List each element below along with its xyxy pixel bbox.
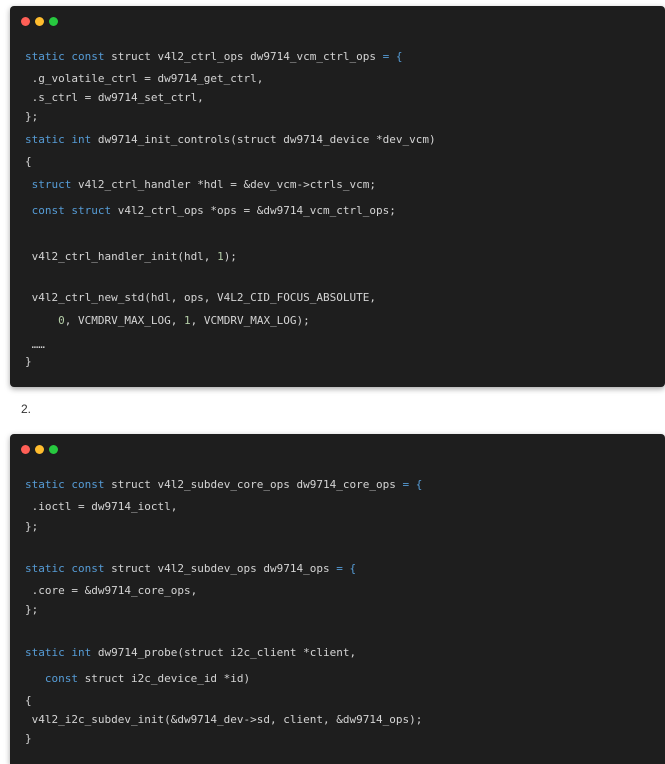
minimize-dot-icon (35, 17, 44, 26)
maximize-dot-icon (49, 445, 58, 454)
code-token: struct v4l2_subdev_core_ops dw9714_core_… (104, 478, 403, 491)
code-line: .g_volatile_ctrl = dw9714_get_ctrl, (25, 72, 264, 86)
code-line: const struct v4l2_ctrl_ops *ops = &dw971… (25, 204, 396, 218)
code-line: struct v4l2_ctrl_handler *hdl = &dev_vcm… (25, 178, 376, 192)
code-block-2: static const struct v4l2_subdev_core_ops… (10, 434, 665, 764)
code-token: , VCMDRV_MAX_LOG, (64, 314, 184, 327)
keyword-token: static int (25, 646, 92, 659)
code-line: .ioctl = dw9714_ioctl, (25, 500, 178, 514)
code-line: v4l2_ctrl_handler_init(hdl, 1); (25, 250, 237, 264)
code-token: .s_ctrl = dw9714_set_ctrl, (25, 91, 204, 104)
code-token: , VCMDRV_MAX_LOG); (190, 314, 310, 327)
code-token: .g_volatile_ctrl = dw9714_get_ctrl, (25, 72, 264, 85)
maximize-dot-icon (49, 17, 58, 26)
code-token: struct v4l2_subdev_ops dw9714_ops (104, 562, 337, 575)
code-line: …… (25, 338, 45, 352)
code-line: }; (25, 603, 38, 617)
code-line: static const struct v4l2_ctrl_ops dw9714… (25, 50, 403, 64)
code-token: …… (25, 338, 45, 351)
keyword-token: = { (402, 478, 423, 491)
code-line: static const struct v4l2_subdev_ops dw97… (25, 562, 356, 576)
code-token: dw9714_probe(struct i2c_client *client, (91, 646, 357, 659)
number-token: 0 (58, 314, 65, 327)
code-line: 0, VCMDRV_MAX_LOG, 1, VCMDRV_MAX_LOG); (25, 314, 310, 328)
code-line: { (25, 155, 32, 169)
code-token: .ioctl = dw9714_ioctl, (25, 500, 178, 513)
code-line: v4l2_ctrl_new_std(hdl, ops, V4L2_CID_FOC… (25, 291, 376, 305)
close-dot-icon (21, 445, 30, 454)
keyword-token: const (25, 672, 78, 685)
code-line: .core = &dw9714_core_ops, (25, 584, 198, 598)
code-token: }; (25, 603, 39, 616)
code-block-1: static const struct v4l2_ctrl_ops dw9714… (10, 6, 665, 387)
keyword-token: struct (25, 178, 72, 191)
code-token: .core = &dw9714_core_ops, (25, 584, 198, 597)
code-token: { (25, 155, 32, 168)
minimize-dot-icon (35, 445, 44, 454)
code-line: static int dw9714_init_controls(struct d… (25, 133, 436, 147)
keyword-token: static const (25, 562, 105, 575)
code-line: } (25, 355, 32, 369)
number-token: 1 (183, 314, 191, 327)
code-token: v4l2_ctrl_new_std(hdl, ops, V4L2_CID_FOC… (25, 291, 376, 304)
code-line: }; (25, 520, 38, 534)
code-line: const struct i2c_device_id *id) (25, 672, 250, 686)
code-line: v4l2_i2c_subdev_init(&dw9714_dev->sd, cl… (25, 713, 423, 727)
code-token: } (25, 732, 32, 745)
code-token: dw9714_init_controls(struct dw9714_devic… (91, 133, 436, 146)
list-number-label: 2. (21, 402, 32, 416)
keyword-token: const struct (25, 204, 112, 217)
code-line: }; (25, 110, 38, 124)
keyword-token: static int (25, 133, 92, 146)
code-line: } (25, 732, 32, 746)
code-token: } (25, 355, 32, 368)
code-token: v4l2_i2c_subdev_init(&dw9714_dev->sd, cl… (25, 713, 423, 726)
code-line: { (25, 694, 32, 708)
keyword-token: = { (336, 562, 357, 575)
close-dot-icon (21, 17, 30, 26)
code-token: struct i2c_device_id *id) (77, 672, 251, 685)
code-token: v4l2_ctrl_ops *ops = &dw9714_vcm_ctrl_op… (111, 204, 396, 217)
code-token: }; (25, 520, 39, 533)
keyword-token: = { (382, 50, 403, 63)
code-token: v4l2_ctrl_handler *hdl = &dev_vcm->ctrls… (71, 178, 376, 191)
code-token: { (25, 694, 32, 707)
code-line: static int dw9714_probe(struct i2c_clien… (25, 646, 356, 660)
code-token: struct v4l2_ctrl_ops dw9714_vcm_ctrl_ops (104, 50, 383, 63)
code-line: .s_ctrl = dw9714_set_ctrl, (25, 91, 204, 105)
keyword-token: static const (25, 478, 105, 491)
keyword-token: static const (25, 50, 105, 63)
code-token: }; (25, 110, 39, 123)
code-line: static const struct v4l2_subdev_core_ops… (25, 478, 422, 492)
code-token: v4l2_ctrl_handler_init(hdl, (25, 250, 218, 263)
code-token: ); (223, 250, 237, 263)
number-token: 1 (217, 250, 224, 263)
